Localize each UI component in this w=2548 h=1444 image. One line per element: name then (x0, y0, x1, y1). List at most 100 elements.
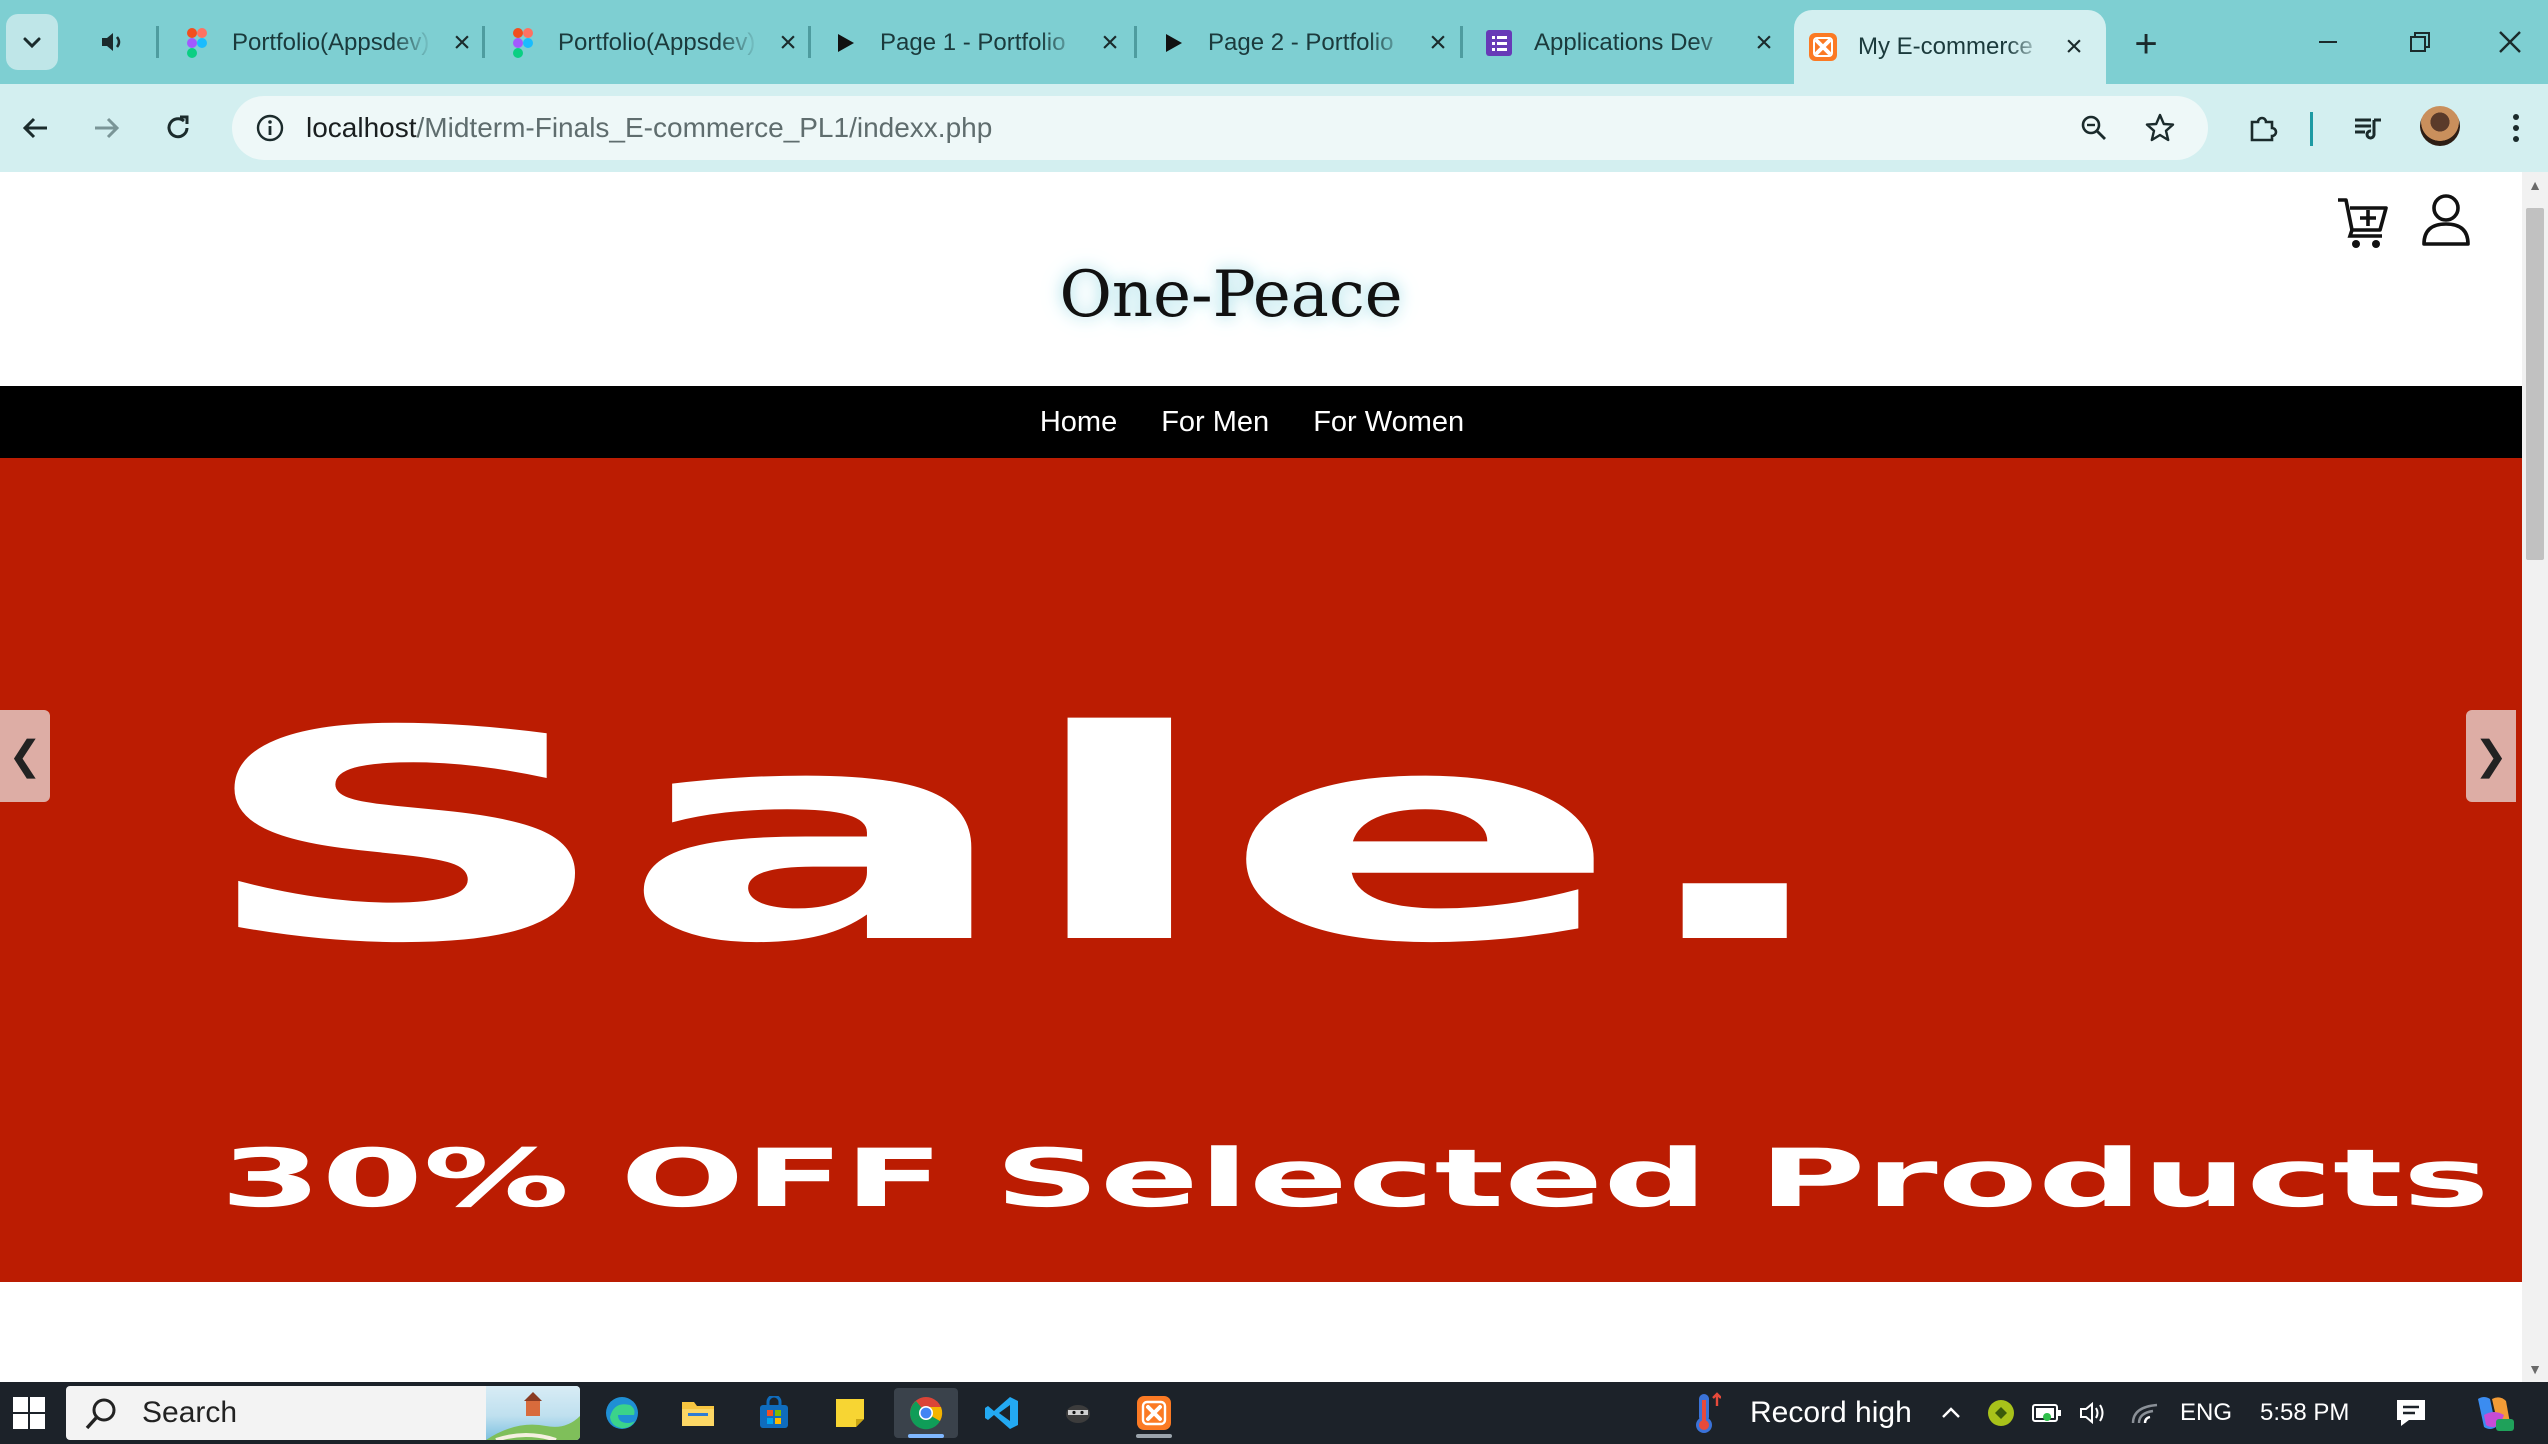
forward-button[interactable] (78, 100, 134, 156)
minimize-icon (2319, 41, 2337, 43)
web-page: One-Peace Home For Men For Women Sale. 3… (0, 172, 2522, 1382)
browser-tab[interactable]: Page 1 - Portfolio × (830, 12, 1128, 74)
taskbar-edge[interactable] (590, 1388, 654, 1438)
close-icon[interactable]: × (2056, 29, 2092, 65)
user-account-icon[interactable] (2420, 192, 2472, 248)
show-hidden-icons-button[interactable] (1930, 1392, 1972, 1434)
sale-banner-graphic: Sale. 30% OFF Selected Products (192, 669, 2490, 1225)
folder-icon (682, 1402, 714, 1426)
hero-carousel-slide: Sale. 30% OFF Selected Products (0, 458, 2522, 1282)
language-indicator[interactable]: ENG (2180, 1382, 2232, 1444)
tab-separator (156, 26, 159, 58)
address-bar[interactable]: localhost/Midterm-Finals_E-commerce_PL1/… (232, 96, 2208, 160)
forms-icon (1484, 28, 1514, 58)
chevron-up-icon (1942, 1407, 1960, 1418)
search-icon (85, 1398, 116, 1430)
battery-icon[interactable] (2026, 1392, 2068, 1434)
bookmark-star-icon[interactable] (2136, 104, 2184, 152)
search-highlight-illustration (486, 1386, 580, 1440)
close-icon[interactable]: × (770, 25, 806, 61)
tab-separator (482, 26, 485, 58)
back-button[interactable] (8, 100, 64, 156)
plus-icon: + (2134, 21, 2158, 66)
tray-app-icon[interactable] (1980, 1392, 2022, 1434)
browser-tab[interactable]: Portfolio(Appsdev) × (508, 12, 806, 74)
thermometer-icon[interactable] (1688, 1390, 1724, 1436)
tab-search-button[interactable] (6, 14, 58, 70)
browser-tab-active[interactable]: My E-commerce × (1794, 10, 2106, 84)
tab-separator (1134, 26, 1137, 58)
taskbar-ninja-app[interactable] (1046, 1388, 1110, 1438)
site-header: One-Peace (0, 172, 2522, 386)
close-icon[interactable]: × (444, 25, 480, 61)
zoom-icon[interactable] (2070, 104, 2118, 152)
chevron-down-icon (23, 37, 41, 49)
browser-menu-button[interactable] (2488, 100, 2544, 156)
tab-audio-button[interactable] (84, 14, 140, 70)
chat-bubble-icon (2397, 1400, 2425, 1426)
taskbar-vscode[interactable] (970, 1388, 1034, 1438)
figma-icon (508, 28, 538, 58)
weather-text[interactable]: Record high (1750, 1382, 1912, 1444)
tab-separator (808, 26, 811, 58)
taskbar-chrome[interactable] (894, 1388, 958, 1438)
url-text[interactable]: localhost/Midterm-Finals_E-commerce_PL1/… (306, 96, 992, 160)
main-navigation: Home For Men For Women (0, 386, 2522, 458)
chrome-icon (910, 1397, 943, 1430)
scrollbar-thumb[interactable] (2526, 208, 2544, 560)
taskbar-search-box[interactable]: Search (66, 1386, 580, 1440)
site-info-icon[interactable] (246, 104, 294, 152)
nav-home-link[interactable]: Home (1040, 406, 1117, 439)
profile-avatar[interactable] (2420, 106, 2460, 146)
copilot-icon[interactable] (2468, 1392, 2518, 1434)
close-icon (2499, 31, 2521, 53)
tab-title: Portfolio(Appsdev) (232, 29, 430, 56)
carousel-next-button[interactable]: ❯ (2466, 710, 2516, 802)
browser-toolbar: localhost/Midterm-Finals_E-commerce_PL1/… (0, 84, 2548, 172)
scroll-down-icon[interactable]: ▼ (2528, 1361, 2542, 1377)
restore-button[interactable] (2388, 14, 2452, 70)
url-host: localhost (306, 112, 417, 143)
play-icon (1158, 28, 1188, 58)
minimize-button[interactable] (2296, 14, 2360, 70)
media-control-button[interactable] (2340, 100, 2396, 156)
notification-center-button[interactable] (2390, 1392, 2432, 1434)
carousel-prev-button[interactable]: ❮ (0, 710, 50, 802)
browser-tab[interactable]: Applications Dev × (1484, 12, 1782, 74)
cart-add-icon[interactable] (2336, 194, 2392, 250)
vscode-icon (985, 1397, 1018, 1429)
close-icon[interactable]: × (1420, 25, 1456, 61)
close-icon[interactable]: × (1092, 25, 1128, 61)
close-icon[interactable]: × (1746, 25, 1782, 61)
browser-tab[interactable]: Page 2 - Portfolio × (1158, 12, 1456, 74)
taskbar-xampp[interactable] (1122, 1388, 1186, 1438)
page-scrollbar[interactable]: ▲ ▼ (2522, 172, 2548, 1382)
site-brand-title[interactable]: One-Peace (0, 258, 2462, 332)
taskbar-file-explorer[interactable] (666, 1388, 730, 1438)
reload-button[interactable] (150, 100, 206, 156)
taskbar-store[interactable] (742, 1388, 806, 1438)
arrow-right-icon (95, 117, 120, 139)
sticky-note-icon (836, 1399, 864, 1427)
nav-for-women-link[interactable]: For Women (1313, 406, 1464, 439)
xampp-icon (1808, 32, 1838, 62)
wifi-icon[interactable] (2124, 1392, 2166, 1434)
tab-title: Portfolio(Appsdev) (558, 29, 756, 56)
close-window-button[interactable] (2478, 14, 2542, 70)
taskbar-sticky-notes[interactable] (818, 1388, 882, 1438)
windows-taskbar: Search Record high ENG 5:58 PM (0, 1382, 2548, 1444)
chevron-right-icon: ❯ (2474, 734, 2508, 778)
nav-for-men-link[interactable]: For Men (1161, 406, 1269, 439)
sale-subline: 30% OFF Selected Products (220, 1132, 2490, 1225)
tab-title: Page 2 - Portfolio (1208, 29, 1394, 56)
volume-icon[interactable] (2072, 1392, 2114, 1434)
extensions-button[interactable] (2234, 100, 2290, 156)
start-button[interactable] (6, 1390, 52, 1436)
play-icon (830, 28, 860, 58)
browser-tab[interactable]: Portfolio(Appsdev) × (182, 12, 480, 74)
scroll-up-icon[interactable]: ▲ (2528, 177, 2542, 193)
clock-time[interactable]: 5:58 PM (2260, 1382, 2349, 1444)
xampp-icon (1137, 1396, 1171, 1430)
reload-icon (167, 115, 189, 139)
new-tab-button[interactable]: + (2122, 20, 2170, 68)
